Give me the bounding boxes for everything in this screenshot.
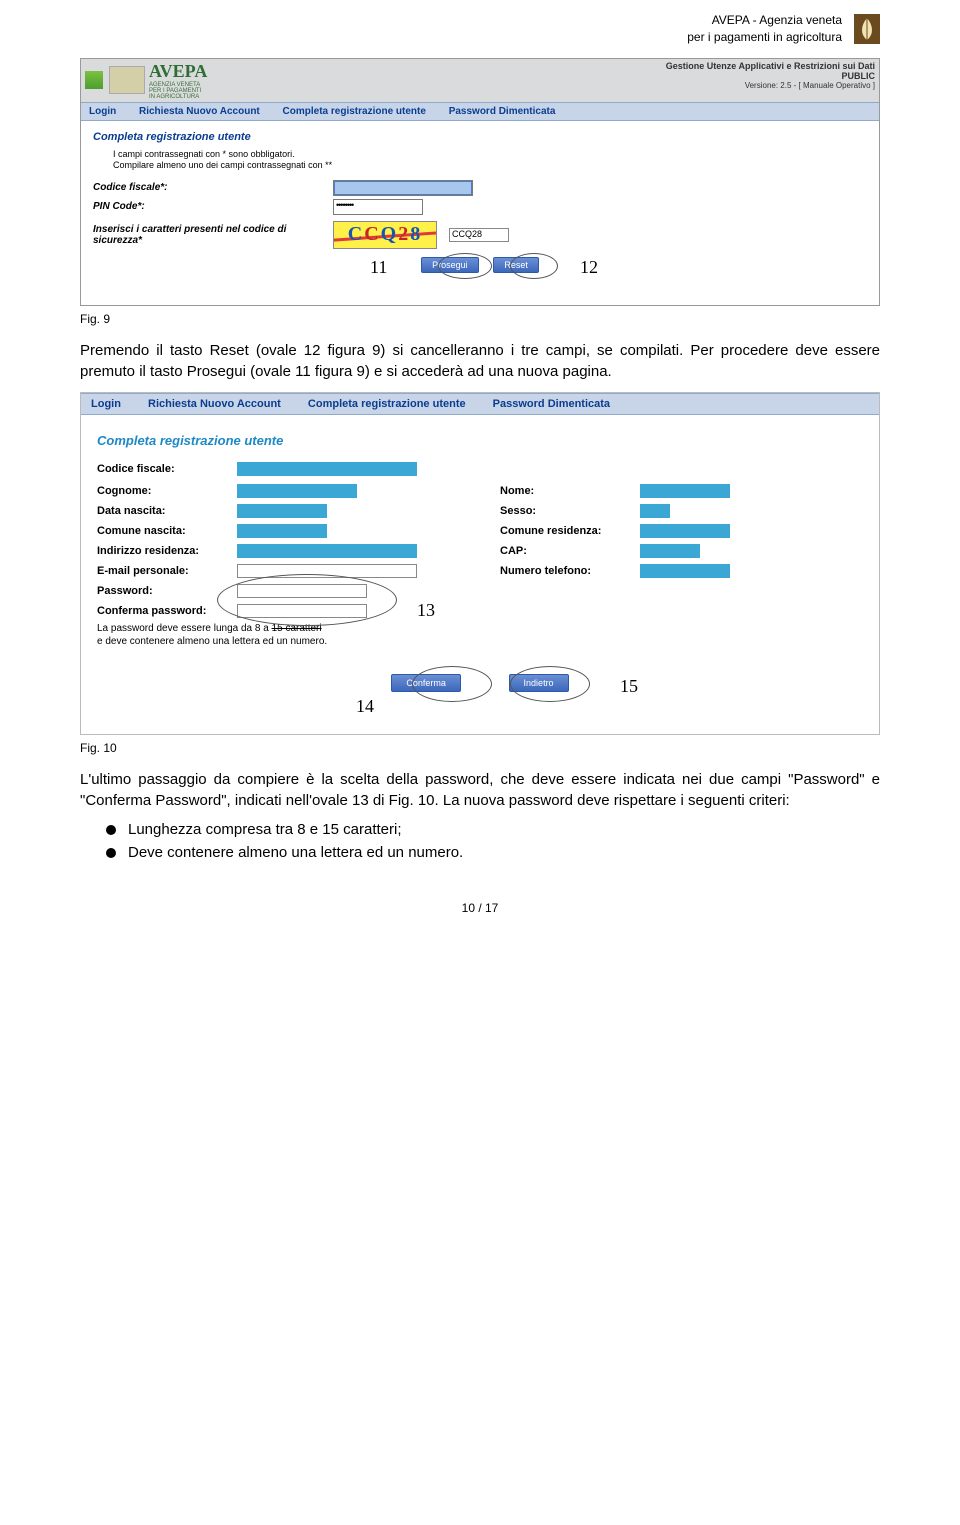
input-pin[interactable]: •••••••• bbox=[333, 199, 423, 215]
label-telefono: Numero telefono: bbox=[500, 565, 640, 577]
conferma-button[interactable]: Conferma bbox=[391, 674, 461, 692]
menu-bar: Login Richiesta Nuovo Account Completa r… bbox=[81, 102, 879, 121]
value-cap bbox=[640, 544, 700, 558]
label-data-nascita: Data nascita: bbox=[97, 505, 237, 517]
label2-cf: Codice fiscale: bbox=[97, 463, 237, 475]
org-line2: per i pagamenti in agricoltura bbox=[687, 29, 842, 46]
input-captcha[interactable]: CCQ28 bbox=[449, 228, 509, 242]
input-conferma-password[interactable] bbox=[237, 604, 367, 618]
menu2-completa[interactable]: Completa registrazione utente bbox=[308, 398, 466, 410]
input-codice-fiscale[interactable] bbox=[333, 180, 473, 196]
screenshot-fig10: Login Richiesta Nuovo Account Completa r… bbox=[80, 392, 880, 735]
password-hint: La password deve essere lunga da 8 a 15 … bbox=[97, 622, 460, 648]
value-data-nascita bbox=[237, 504, 327, 518]
org-line1: AVEPA - Agenzia veneta bbox=[687, 12, 842, 29]
label-conferma: Conferma password: bbox=[97, 605, 237, 617]
annotation-15: 15 bbox=[620, 676, 638, 697]
annotation-11: 11 bbox=[370, 257, 387, 278]
avepa-header-logo bbox=[854, 14, 880, 44]
menu-completa[interactable]: Completa registrazione utente bbox=[283, 106, 426, 117]
browser-icon bbox=[85, 71, 103, 89]
captcha-image: CCQ28 bbox=[333, 221, 437, 249]
app-version: Versione: 2.5 - [ Manuale Operativo ] bbox=[666, 81, 875, 90]
menu2-richiesta[interactable]: Richiesta Nuovo Account bbox=[148, 398, 281, 410]
bullet-list: Lunghezza compresa tra 8 e 15 caratteri;… bbox=[106, 821, 880, 861]
label-comune-res: Comune residenza: bbox=[500, 525, 640, 537]
label-cognome: Cognome: bbox=[97, 485, 237, 497]
menu-richiesta[interactable]: Richiesta Nuovo Account bbox=[139, 106, 260, 117]
caption-fig9: Fig. 9 bbox=[80, 312, 880, 326]
label-sesso: Sesso: bbox=[500, 505, 640, 517]
label-cap: CAP: bbox=[500, 545, 640, 557]
input-email[interactable] bbox=[237, 564, 417, 578]
menu-login[interactable]: Login bbox=[89, 106, 116, 117]
prosegui-button[interactable]: Prosegui bbox=[421, 257, 479, 273]
label-indirizzo-res: Indirizzo residenza: bbox=[97, 545, 237, 557]
reset-button[interactable]: Reset bbox=[493, 257, 539, 273]
annotation-13: 13 bbox=[417, 600, 435, 621]
value-comune-nascita bbox=[237, 524, 327, 538]
paragraph-2: L'ultimo passaggio da compiere è la scel… bbox=[80, 769, 880, 811]
bullet-1: Lunghezza compresa tra 8 e 15 caratteri; bbox=[106, 821, 880, 838]
label-codice-fiscale: Codice fiscale*: bbox=[93, 182, 333, 193]
label-pin: PIN Code*: bbox=[93, 201, 333, 212]
app-user: PUBLIC bbox=[666, 71, 875, 81]
form-title: Completa registrazione utente bbox=[93, 131, 867, 143]
label-nome: Nome: bbox=[500, 485, 640, 497]
indietro-button[interactable]: Indietro bbox=[509, 674, 569, 692]
menu-password[interactable]: Password Dimenticata bbox=[449, 106, 556, 117]
hint2: Compilare almeno uno dei campi contrasse… bbox=[113, 160, 867, 172]
label-comune-nascita: Comune nascita: bbox=[97, 525, 237, 537]
menu2-login[interactable]: Login bbox=[91, 398, 121, 410]
page-header: AVEPA - Agenzia veneta per i pagamenti i… bbox=[80, 0, 880, 52]
label-captcha: Inserisci i caratteri presenti nel codic… bbox=[93, 224, 333, 246]
hint1: I campi contrassegnati con * sono obblig… bbox=[113, 149, 867, 161]
paragraph-1: Premendo il tasto Reset (ovale 12 figura… bbox=[80, 340, 880, 382]
value-telefono bbox=[640, 564, 730, 578]
value-nome bbox=[640, 484, 730, 498]
value-cf bbox=[237, 462, 417, 476]
app-title: Gestione Utenze Applicativi e Restrizion… bbox=[666, 61, 875, 71]
bullet-2: Deve contenere almeno una lettera ed un … bbox=[106, 844, 880, 861]
page-footer: 10 / 17 bbox=[80, 901, 880, 915]
label-password: Password: bbox=[97, 585, 237, 597]
input-password[interactable] bbox=[237, 584, 367, 598]
annotation-14: 14 bbox=[356, 696, 374, 717]
avepa-app-logo: AVEPA AGENZIA VENETA PER I PAGAMENTI IN … bbox=[109, 61, 207, 100]
annotation-12: 12 bbox=[580, 257, 598, 278]
label-email: E-mail personale: bbox=[97, 565, 237, 577]
value-sesso bbox=[640, 504, 670, 518]
screenshot-fig9: AVEPA AGENZIA VENETA PER I PAGAMENTI IN … bbox=[80, 58, 880, 306]
form2-title: Completa registrazione utente bbox=[97, 433, 863, 448]
menu-bar2: Login Richiesta Nuovo Account Completa r… bbox=[81, 393, 879, 415]
caption-fig10: Fig. 10 bbox=[80, 741, 880, 755]
app-titlebar: AVEPA AGENZIA VENETA PER I PAGAMENTI IN … bbox=[81, 59, 879, 102]
value-indirizzo-res bbox=[237, 544, 417, 558]
value-comune-res bbox=[640, 524, 730, 538]
value-cognome bbox=[237, 484, 357, 498]
menu2-password[interactable]: Password Dimenticata bbox=[493, 398, 610, 410]
